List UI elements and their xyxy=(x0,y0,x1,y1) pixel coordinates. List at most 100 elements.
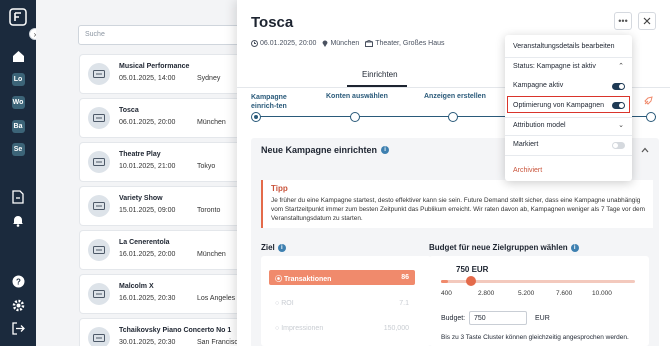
badge-se-label: Se xyxy=(11,142,25,156)
ticket-icon xyxy=(88,151,110,173)
event-list-item[interactable]: Musical Performance 05.01.2025, 14:00 Sy… xyxy=(80,55,250,93)
page-title: Tosca xyxy=(251,14,294,31)
goal-label: Impressionen xyxy=(281,325,324,332)
event-list-item[interactable]: Variety Show 15.01.2025, 09:00 Toronto xyxy=(80,187,250,225)
step-dot-1[interactable] xyxy=(251,112,261,122)
svg-text:?: ? xyxy=(16,277,21,286)
step-label-1[interactable]: Kampagne einrich-ten xyxy=(251,93,313,111)
event-list-item[interactable]: La Cenerentola 16.01.2025, 20:00 München xyxy=(80,231,250,269)
event-datetime: 16.01.2025, 20:00 xyxy=(119,251,176,258)
budget-tick: 10.000 xyxy=(592,290,612,297)
ticket-icon xyxy=(88,239,110,261)
marked-toggle[interactable] xyxy=(612,142,625,149)
info-icon[interactable]: i xyxy=(277,243,286,252)
goal-value: 150,000 xyxy=(383,325,409,332)
rail-badge-lo[interactable]: Lo xyxy=(10,71,26,87)
event-name: Tchaikovsky Piano Concerto No 1 xyxy=(119,327,232,334)
event-name: Variety Show xyxy=(119,195,163,202)
event-list-item[interactable]: Tosca 06.01.2025, 20:00 München xyxy=(80,99,250,137)
app-logo-icon[interactable] xyxy=(9,8,27,26)
campaign-active-toggle[interactable] xyxy=(612,83,625,90)
ticket-icon xyxy=(88,195,110,217)
goal-option-transactions[interactable]: ⦿ Transaktionen 86 xyxy=(269,270,415,285)
event-city-text: München xyxy=(330,40,360,47)
search-input[interactable]: Suche xyxy=(78,25,248,45)
close-button[interactable] xyxy=(638,12,656,30)
goal-options: ⦿ Transaktionen 86 ○ ROI 7.1 ○ Impressio… xyxy=(261,256,431,346)
event-list-item[interactable]: Tchaikovsky Piano Concerto No 1 30.01.20… xyxy=(80,319,250,346)
info-icon[interactable]: i xyxy=(570,243,579,252)
event-list-item[interactable]: Theatre Play 10.01.2025, 21:00 Tokyo xyxy=(80,143,250,181)
tip-title: Tipp xyxy=(271,184,288,193)
event-venue: Theater, Großes Haus xyxy=(365,40,445,47)
budget-slider-fill xyxy=(441,280,449,283)
event-city: München xyxy=(322,40,359,47)
settings-gear-icon[interactable] xyxy=(10,297,26,313)
building-icon xyxy=(365,40,374,47)
step-dot-3[interactable] xyxy=(448,112,458,122)
menu-item-marked: Markiert xyxy=(513,141,539,148)
event-name: Malcolm X xyxy=(119,283,154,290)
event-meta: 06.01.2025, 20:00 München Theater, Große… xyxy=(251,40,445,47)
goal-title: Ziel i xyxy=(261,243,286,252)
bell-icon[interactable] xyxy=(10,212,26,228)
goal-label: ROI xyxy=(281,300,294,307)
event-name: Tosca xyxy=(119,107,139,114)
event-venue-text: Theater, Großes Haus xyxy=(375,40,445,47)
info-icon[interactable]: i xyxy=(381,146,390,154)
step-label-2[interactable]: Konten auswählen xyxy=(326,93,388,100)
ticket-icon xyxy=(88,63,110,85)
chevron-up-icon[interactable] xyxy=(641,147,649,153)
goal-option-roi[interactable]: ○ ROI 7.1 xyxy=(269,296,415,311)
event-datetime: 10.01.2025, 21:00 xyxy=(119,163,176,170)
budget-title: Budget für neue Zielgruppen wählen i xyxy=(429,243,579,252)
menu-divider xyxy=(505,155,632,156)
goal-value: 7.1 xyxy=(399,300,409,307)
rail-badge-wo[interactable]: Wo xyxy=(10,94,26,110)
badge-wo-label: Wo xyxy=(11,95,25,109)
event-city: Sydney xyxy=(197,75,221,82)
menu-divider xyxy=(505,135,632,136)
menu-item-edit-details[interactable]: Veranstaltungsdetails bearbeiten xyxy=(513,43,615,50)
menu-item-attribution[interactable]: Attribution model xyxy=(513,122,566,129)
location-pin-icon xyxy=(322,40,328,47)
goal-option-impressions[interactable]: ○ Impressionen 150,000 xyxy=(269,321,415,336)
event-datetime: 05.01.2025, 14:00 xyxy=(119,75,176,82)
event-name: La Cenerentola xyxy=(119,239,170,246)
more-options-button[interactable]: ••• xyxy=(614,12,632,30)
menu-item-status[interactable]: Status: Kampagne ist aktiv xyxy=(513,63,596,70)
document-icon[interactable] xyxy=(10,189,26,205)
tab-einrichten[interactable]: Einrichten xyxy=(362,70,398,79)
home-icon[interactable] xyxy=(10,48,26,64)
badge-lo-label: Lo xyxy=(11,72,25,86)
chevron-down-icon: ⌄ xyxy=(618,122,624,129)
event-city: Tokyo xyxy=(197,163,216,170)
app-sidebar: Lo Wo Ba Se ? xyxy=(0,0,36,346)
step-dot-4[interactable] xyxy=(646,112,656,122)
menu-item-campaign-active: Kampagne aktiv xyxy=(513,82,564,89)
event-list-item[interactable]: Malcolm X 16.01.2025, 20:30 Los Angeles xyxy=(80,275,250,313)
rail-badge-se[interactable]: Se xyxy=(10,141,26,157)
budget-slider-handle[interactable] xyxy=(466,276,477,286)
budget-unit: EUR xyxy=(535,315,550,322)
goal-radio-icon: ⦿ xyxy=(275,276,284,283)
event-city: San Francisco xyxy=(197,339,242,346)
event-name: Musical Performance xyxy=(119,63,190,70)
event-date-text: 06.01.2025, 20:00 xyxy=(260,40,317,47)
menu-item-archive[interactable]: Archiviert xyxy=(513,167,542,174)
logout-icon[interactable] xyxy=(10,320,26,336)
event-date: 06.01.2025, 20:00 xyxy=(251,40,316,47)
step-dot-2[interactable] xyxy=(350,112,360,122)
tip-text: Je früher du eine Kampagne startest, des… xyxy=(271,197,645,222)
section-title: Neue Kampagne einrichten i xyxy=(261,145,390,155)
step-label-3[interactable]: Anzeigen erstellen xyxy=(424,93,486,100)
rail-badge-ba[interactable]: Ba xyxy=(10,118,26,134)
ellipsis-icon: ••• xyxy=(618,16,628,26)
budget-tick: 2.800 xyxy=(478,290,495,297)
chevron-up-icon: ⌃ xyxy=(618,63,624,70)
budget-selector: 750 EUR 400 2.800 5.200 7.600 10.000 Bud… xyxy=(429,256,649,346)
help-icon[interactable]: ? xyxy=(10,273,26,289)
event-city: Los Angeles xyxy=(197,295,236,302)
close-icon xyxy=(643,17,651,25)
budget-input[interactable]: 750 xyxy=(469,311,527,325)
